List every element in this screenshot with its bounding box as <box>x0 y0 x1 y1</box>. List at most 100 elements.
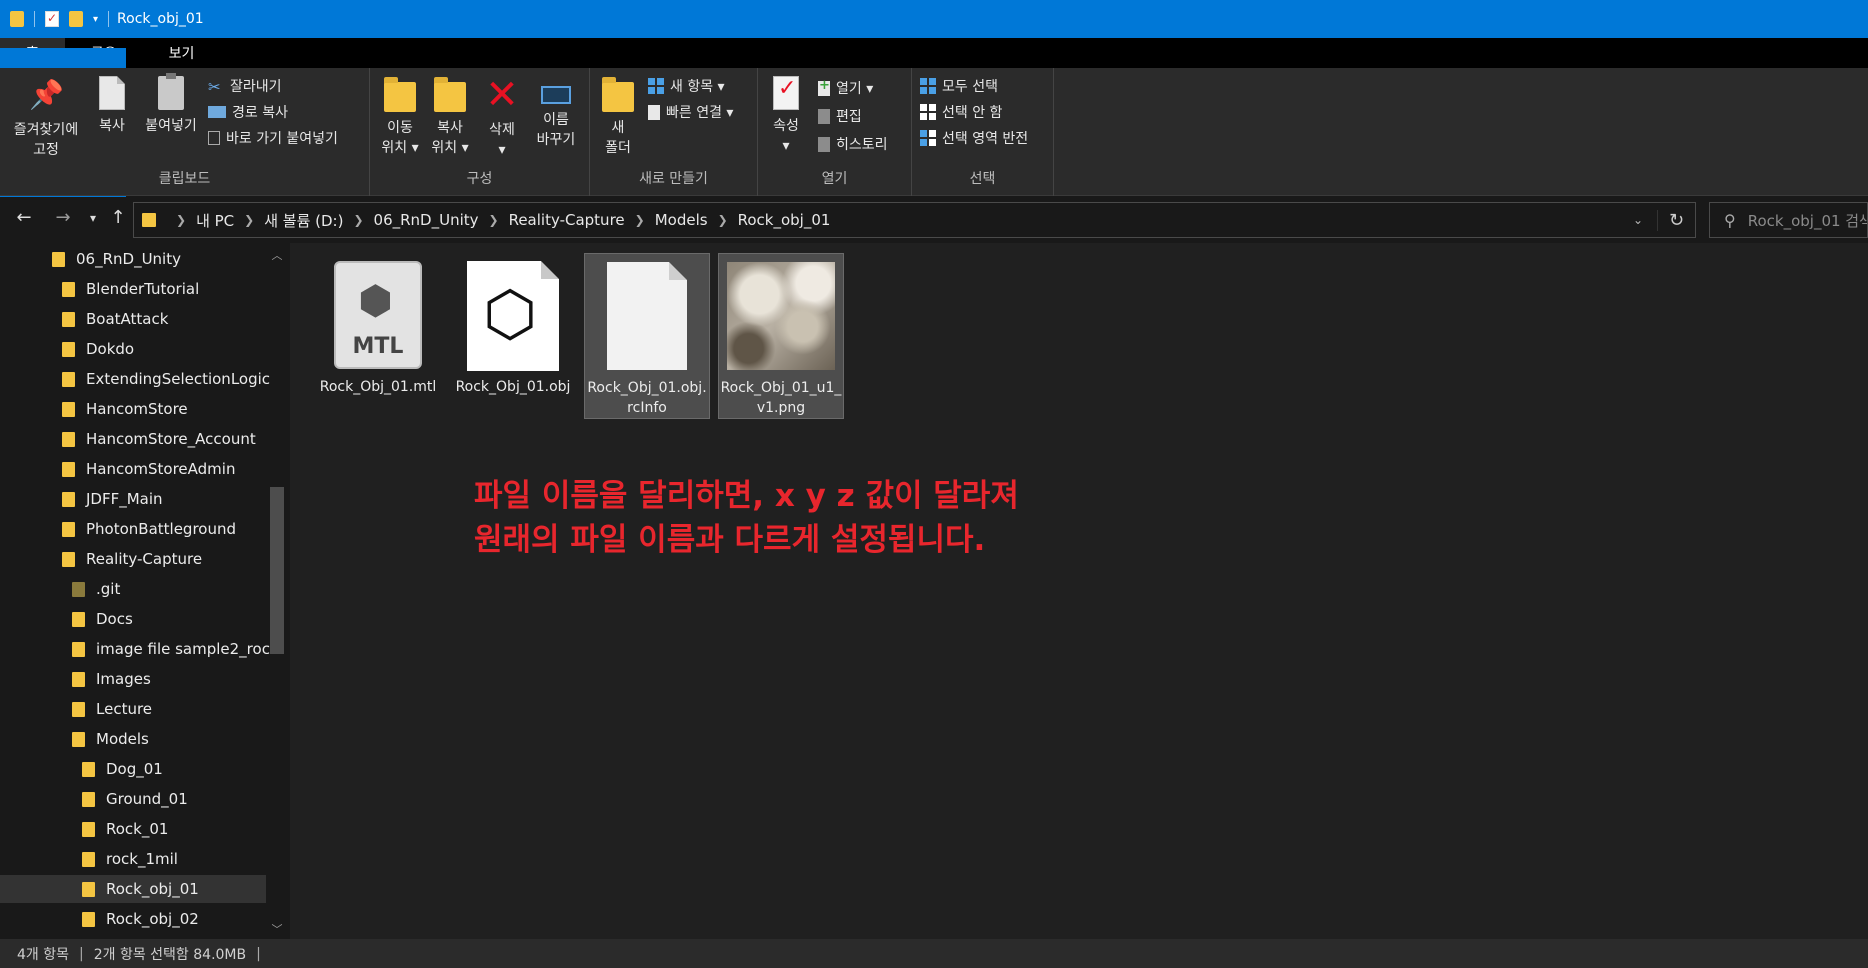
new-folder-icon[interactable] <box>69 11 83 27</box>
refresh-icon[interactable]: ↻ <box>1657 209 1695 231</box>
invert-selection-button[interactable]: 선택 영역 반전 <box>920 128 1028 148</box>
recent-locations-chevron-icon[interactable]: ▾ <box>80 211 106 225</box>
tree-item[interactable]: ExtendingSelectionLogic <box>62 365 270 393</box>
tree-item-label: 06_RnD_Unity <box>76 250 181 268</box>
tree-item-label: Images <box>96 670 151 688</box>
file-item-selected[interactable]: Rock_Obj_01.obj. rcInfo <box>584 253 710 419</box>
clipboard-group: 📌 즐겨찾기에 고정 복사 붙여넣기 ✂ 잘라내기 경로 복사 바로 가기 붙여… <box>0 68 370 196</box>
tree-item-label: Dokdo <box>86 340 135 358</box>
properties-icon[interactable] <box>45 11 59 27</box>
tree-item[interactable]: 06_RnD_Unity <box>52 245 181 273</box>
pin-to-quick-access-button[interactable]: 📌 즐겨찾기에 고정 <box>8 76 84 160</box>
delete-label-1: 삭제 <box>489 122 515 138</box>
address-actions: ⌄ ↻ <box>1619 203 1695 237</box>
tree-item[interactable]: Images <box>72 665 151 693</box>
copy-path-button[interactable]: 경로 복사 <box>208 102 288 122</box>
chevron-right-icon[interactable]: ❯ <box>489 213 499 227</box>
tree-item[interactable]: Dokdo <box>62 335 134 363</box>
file-view: ⬢ MTL Rock_Obj_01.mtl ⬡ Rock_Obj_01.obj … <box>290 243 1868 939</box>
move-to-button[interactable]: 이동 위치 ▾ <box>378 76 422 158</box>
tree-item[interactable]: BlenderTutorial <box>62 275 199 303</box>
history-button[interactable]: 히스토리 <box>818 134 888 154</box>
tree-item[interactable]: BoatAttack <box>62 305 168 333</box>
tree-item[interactable]: Ground_01 <box>82 785 188 813</box>
organize-group-label: 구성 <box>466 171 493 187</box>
tree-item[interactable]: Reality-Capture <box>62 545 202 573</box>
paste-label: 붙여넣기 <box>145 118 197 134</box>
tree-item-label: .git <box>96 580 121 598</box>
file-item[interactable]: ⬡ Rock_Obj_01.obj <box>450 253 576 419</box>
tree-item[interactable]: Dog_01 <box>82 755 163 783</box>
chevron-right-icon[interactable]: ❯ <box>244 213 254 227</box>
properties-icon <box>773 76 799 110</box>
tab-view[interactable]: 보기 <box>143 38 221 68</box>
up-arrow-icon[interactable]: ↑ <box>105 207 131 228</box>
status-bar: 4개 항목 | 2개 항목 선택함 84.0MB | <box>0 939 1868 968</box>
edit-button[interactable]: 편집 <box>818 106 862 126</box>
new-item-button[interactable]: 새 항목 ▾ <box>648 76 725 96</box>
annotation-line-1: 파일 이름을 달리하면, x y z 값이 달라져 <box>474 478 1019 514</box>
open-button[interactable]: 열기 ▾ <box>818 78 873 98</box>
tree-item-selected[interactable]: Rock_obj_01 <box>0 875 266 903</box>
search-input[interactable]: ⚲ Rock_obj_01 검색 <box>1709 202 1868 238</box>
move-to-label-2: 위치 ▾ <box>381 140 419 156</box>
tree-item[interactable]: Lecture <box>72 695 152 723</box>
easy-access-button[interactable]: 빠른 연결 ▾ <box>648 102 733 122</box>
scrollbar-thumb[interactable] <box>270 487 284 654</box>
select-all-button[interactable]: 모두 선택 <box>920 76 998 96</box>
copy-to-button[interactable]: 복사 위치 ▾ <box>428 76 472 158</box>
delete-button[interactable]: ✕ 삭제 ▾ <box>480 75 524 160</box>
tree-item[interactable]: JDFF_Main <box>62 485 163 513</box>
address-bar[interactable]: ❯ 내 PC ❯ 새 볼륨 (D:) ❯ 06_RnD_Unity ❯ Real… <box>133 202 1696 238</box>
tree-item[interactable]: .git <box>72 575 120 603</box>
file-name: Rock_Obj_01.mtl <box>319 379 437 395</box>
pin-icon: 📌 <box>29 78 64 111</box>
properties-button[interactable]: 속성 ▾ <box>766 76 806 156</box>
tree-item[interactable]: PhotonBattleground <box>62 515 236 543</box>
breadcrumb-item[interactable]: Reality-Capture <box>509 211 625 229</box>
tree-item[interactable]: Rock_01 <box>82 815 168 843</box>
breadcrumb-item[interactable]: Models <box>655 211 708 229</box>
file-item[interactable]: ⬢ MTL Rock_Obj_01.mtl <box>315 253 441 419</box>
customize-toolbar-icon[interactable]: ▾ <box>93 14 98 25</box>
open-group: 속성 ▾ 열기 ▾ 편집 히스토리 열기 <box>758 68 912 196</box>
paste-icon <box>158 73 184 110</box>
rename-button[interactable]: 이름 바꾸기 <box>530 76 582 150</box>
new-folder-button[interactable]: 새 폴더 <box>598 76 638 158</box>
chevron-down-icon[interactable]: ﹀ <box>268 921 286 937</box>
tree-item-label: HancomStore <box>86 400 188 418</box>
breadcrumb-item[interactable]: Rock_obj_01 <box>738 211 831 229</box>
rename-label-1: 이름 <box>543 112 569 128</box>
tree-item[interactable]: rock_1mil <box>82 845 178 873</box>
clipboard-group-label: 클립보드 <box>158 171 211 187</box>
select-none-button[interactable]: 선택 안 함 <box>920 102 1002 122</box>
chevron-right-icon[interactable]: ❯ <box>635 213 645 227</box>
file-item-selected[interactable]: Rock_Obj_01_u1_ v1.png <box>718 253 844 419</box>
forward-arrow-icon[interactable]: → <box>50 207 76 228</box>
back-arrow-icon[interactable]: ← <box>11 207 37 228</box>
paste-button[interactable]: 붙여넣기 <box>140 73 202 136</box>
window-title: Rock_obj_01 <box>117 11 204 27</box>
tree-item[interactable]: HancomStore <box>62 395 188 423</box>
tree-item[interactable]: Models <box>72 725 149 753</box>
chevron-up-icon[interactable]: ︿ <box>268 247 286 263</box>
breadcrumb-item[interactable]: 내 PC <box>196 210 234 231</box>
chevron-right-icon[interactable]: ❯ <box>718 213 728 227</box>
tree-item[interactable]: HancomStore_Account <box>62 425 256 453</box>
chevron-right-icon[interactable]: ❯ <box>353 213 363 227</box>
folder-icon <box>62 491 75 507</box>
tree-item[interactable]: Docs <box>72 605 133 633</box>
folder-icon <box>62 311 75 327</box>
chevron-down-icon[interactable]: ⌄ <box>1619 213 1657 227</box>
tree-item[interactable]: HancomStoreAdmin <box>62 455 235 483</box>
copy-button[interactable]: 복사 <box>92 76 132 136</box>
breadcrumb-item[interactable]: 06_RnD_Unity <box>374 211 479 229</box>
tree-item[interactable]: Rock_obj_02 <box>82 905 199 933</box>
cut-button[interactable]: ✂ 잘라내기 <box>208 76 282 96</box>
breadcrumb-item[interactable]: 새 볼륨 (D:) <box>264 210 343 231</box>
file-name-line-1: Rock_Obj_01_u1_ <box>720 380 842 396</box>
paste-shortcut-button[interactable]: 바로 가기 붙여넣기 <box>208 128 338 148</box>
sidebar-scrollbar[interactable]: ︿ ﹀ <box>268 243 286 939</box>
tree-item[interactable]: image file sample2_rock <box>72 635 279 663</box>
edit-label: 편집 <box>836 109 862 125</box>
